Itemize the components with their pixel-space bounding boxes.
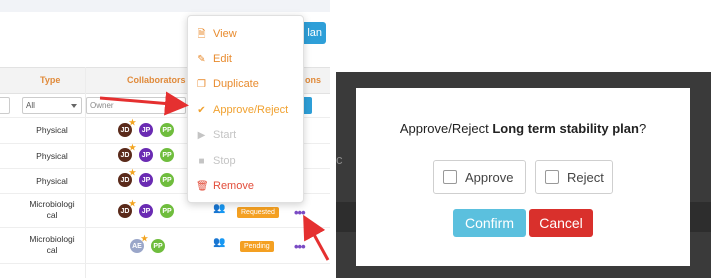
question-prefix: Approve/Reject xyxy=(399,121,493,136)
reject-option[interactable]: Reject xyxy=(535,160,613,194)
confirm-button[interactable]: Confirm xyxy=(453,209,526,237)
reject-checkbox[interactable] xyxy=(545,170,559,184)
arrow-to-approve-reject xyxy=(99,91,189,116)
modal-question: Approve/Reject Long term stability plan? xyxy=(356,121,690,136)
plans-table-panel: lan Type Collaborators ons All Owner Phy… xyxy=(0,0,330,278)
plan-name: Long term stability plan xyxy=(492,121,639,136)
arrow-to-row-actions xyxy=(303,214,330,261)
cancel-button[interactable]: Cancel xyxy=(529,209,593,237)
approve-reject-modal: Approve/Reject Long term stability plan?… xyxy=(356,88,690,266)
approve-option[interactable]: Approve xyxy=(433,160,526,194)
annotation-arrows xyxy=(99,91,330,261)
approve-label: Approve xyxy=(465,169,514,185)
question-suffix: ? xyxy=(638,121,647,136)
approve-checkbox[interactable] xyxy=(443,170,457,184)
reject-label: Reject xyxy=(567,169,604,185)
background-fragment: c xyxy=(336,152,343,167)
